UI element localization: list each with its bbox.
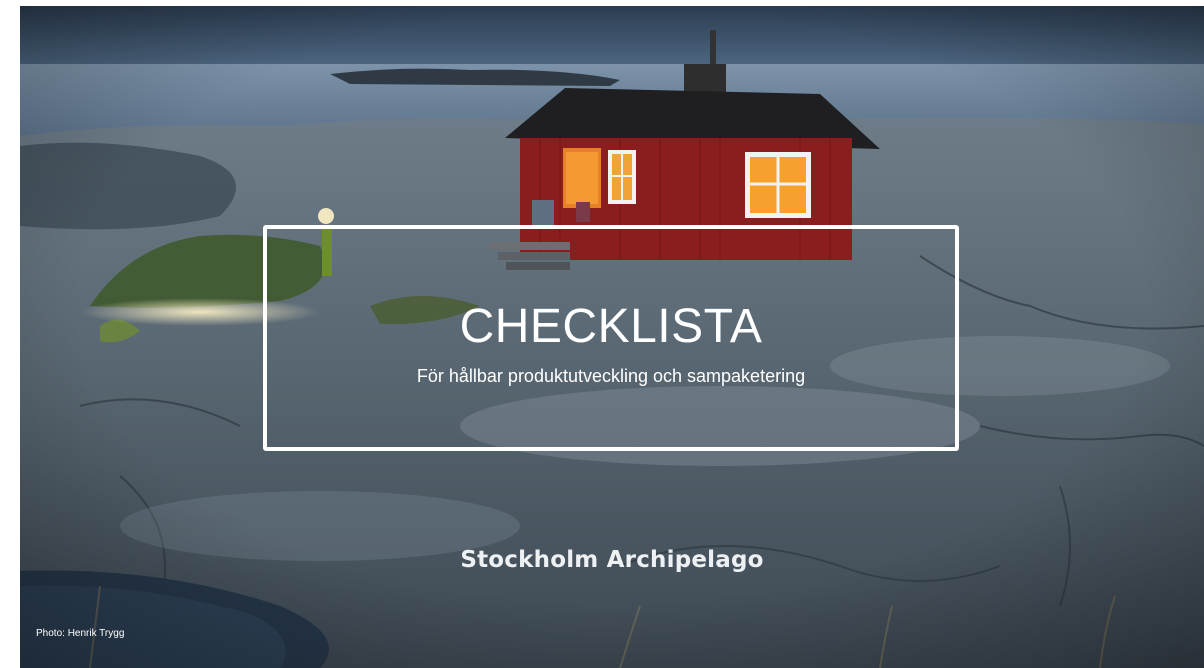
title-frame: CHECKLISTA För hållbar produktutveckling… [263, 225, 959, 451]
photo-credit: Photo: Henrik Trygg [36, 628, 125, 639]
slide-title: CHECKLISTA [459, 300, 763, 353]
slide-subtitle: För hållbar produktutveckling och sampak… [416, 366, 806, 386]
slide: CHECKLISTA För hållbar produktutveckling… [20, 6, 1204, 668]
brand-logo-text: Stockholm Archipelago [460, 547, 764, 573]
